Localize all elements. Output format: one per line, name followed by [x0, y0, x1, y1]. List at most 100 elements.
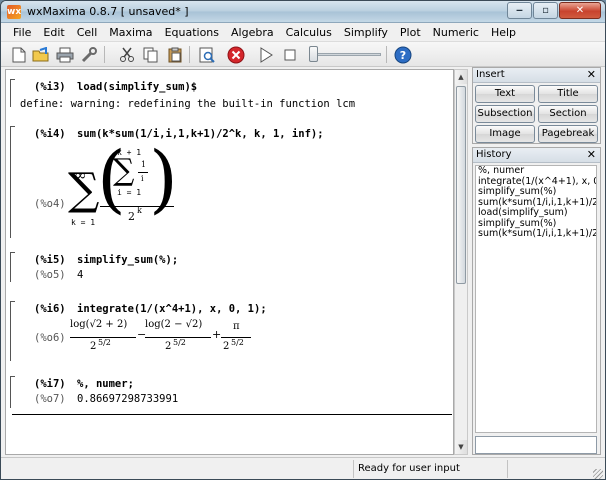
- cell-bracket[interactable]: [10, 252, 15, 282]
- close-window-button[interactable]: ✕: [559, 2, 601, 19]
- menu-bar: File Edit Cell Maxima Equations Algebra …: [1, 23, 605, 42]
- denominator-base: 2: [128, 210, 135, 223]
- history-list[interactable]: %, numer integrate(1/(x^4+1), x, 0, 1) s…: [475, 165, 597, 433]
- menu-algebra[interactable]: Algebra: [225, 23, 280, 41]
- outer-sigma-symbol: ∑: [68, 164, 100, 215]
- menu-help[interactable]: Help: [485, 23, 522, 41]
- scroll-up-arrow[interactable]: ▲: [455, 70, 467, 84]
- toolbar-separator: [189, 46, 190, 63]
- inner-sum-lower-bound: i = 1: [117, 188, 142, 197]
- worksheet-scrollbar[interactable]: ▲ ▼: [454, 69, 468, 455]
- open-file-icon[interactable]: [31, 45, 51, 64]
- menu-numeric[interactable]: Numeric: [427, 23, 485, 41]
- right-paren: ): [149, 136, 178, 222]
- insert-section-button[interactable]: Section: [538, 105, 598, 123]
- insert-pane-title: Insert: [476, 69, 505, 80]
- input-label: (%i7): [34, 378, 66, 390]
- preferences-icon[interactable]: [79, 45, 99, 64]
- status-bar: Ready for user input: [1, 457, 605, 479]
- cell-bracket[interactable]: [10, 376, 15, 408]
- term3-numerator: π: [233, 321, 240, 332]
- input-label: (%i4): [34, 128, 66, 140]
- menu-cell[interactable]: Cell: [71, 23, 104, 41]
- output-value: 4: [77, 269, 84, 281]
- resize-grip-icon[interactable]: [593, 469, 603, 479]
- history-pane-header: History ✕: [473, 148, 600, 163]
- interrupt-icon[interactable]: [226, 45, 246, 64]
- toolbar-separator: [104, 46, 105, 63]
- close-history-pane-icon[interactable]: ✕: [587, 148, 596, 161]
- new-file-icon[interactable]: [9, 45, 29, 64]
- menu-maxima[interactable]: Maxima: [103, 23, 158, 41]
- menu-plot[interactable]: Plot: [394, 23, 427, 41]
- status-separator: [353, 460, 354, 478]
- history-item[interactable]: load(simplify_sum): [476, 207, 596, 219]
- input-text[interactable]: load(simplify_sum)$: [77, 81, 197, 93]
- worksheet[interactable]: (%i3) load(simplify_sum)$ define: warnin…: [5, 69, 454, 455]
- paste-icon[interactable]: [165, 45, 185, 64]
- maximize-button[interactable]: ▫: [533, 2, 558, 19]
- term3-exponent: 5/2: [231, 338, 244, 347]
- animation-slider-thumb[interactable]: [309, 46, 318, 62]
- toolbar: ?: [1, 42, 605, 67]
- scroll-down-arrow[interactable]: ▼: [455, 440, 467, 454]
- insert-pagebreak-button[interactable]: Pagebreak: [538, 125, 598, 143]
- copy-icon[interactable]: [141, 45, 161, 64]
- status-text: Ready for user input: [358, 463, 460, 474]
- fraction-denominator: i: [141, 174, 144, 183]
- insertion-cursor-line[interactable]: [12, 414, 452, 415]
- term2-exponent: 5/2: [173, 338, 186, 347]
- minimize-button[interactable]: ‒: [507, 2, 532, 19]
- input-label: (%i6): [34, 303, 66, 315]
- warning-output: define: warning: redefining the built-in…: [20, 98, 356, 110]
- insert-title-button[interactable]: Title: [538, 85, 598, 103]
- output-value: 0.86697298733991: [77, 393, 179, 405]
- play-icon[interactable]: [256, 45, 276, 64]
- svg-text:?: ?: [400, 49, 406, 62]
- cell-bracket[interactable]: [10, 301, 15, 361]
- select-all-icon[interactable]: [197, 45, 217, 64]
- menu-edit[interactable]: Edit: [37, 23, 70, 41]
- denominator-exponent: k: [137, 206, 142, 215]
- menu-file[interactable]: File: [7, 23, 37, 41]
- window-controls: ‒ ▫ ✕: [507, 2, 601, 19]
- help-icon[interactable]: ?: [393, 45, 413, 64]
- inner-sigma-symbol: ∑: [113, 153, 135, 188]
- history-item[interactable]: simplify_sum(%): [476, 186, 596, 198]
- insert-subsection-button[interactable]: Subsection: [475, 105, 535, 123]
- output-label: (%o7): [34, 393, 66, 405]
- input-text[interactable]: %, numer;: [77, 378, 134, 390]
- status-separator: [507, 460, 508, 478]
- window-title: wxMaxima 0.8.7 [ unsaved* ]: [27, 5, 189, 18]
- cut-icon[interactable]: [117, 45, 137, 64]
- output-label: (%o6): [34, 332, 66, 344]
- close-insert-pane-icon[interactable]: ✕: [587, 68, 596, 81]
- term1-denominator: 2: [90, 341, 97, 352]
- title-bar[interactable]: wx wxMaxima 0.8.7 [ unsaved* ] ‒ ▫ ✕: [1, 1, 605, 23]
- history-item[interactable]: sum(k*sum(1/i,i,1,k+1)/2^k, k: [476, 228, 596, 240]
- term1-numerator: log(√2 + 2): [70, 319, 128, 330]
- history-filter-input[interactable]: [475, 436, 597, 454]
- term1-exponent: 5/2: [98, 338, 111, 347]
- toolbar-separator: [386, 46, 387, 63]
- scroll-thumb[interactable]: [456, 86, 466, 284]
- plus-sign: +: [212, 328, 222, 341]
- cell-bracket[interactable]: [10, 79, 15, 107]
- insert-image-button[interactable]: Image: [475, 125, 535, 143]
- factor-k: k: [166, 166, 171, 175]
- cell-bracket[interactable]: [10, 126, 15, 238]
- menu-calculus[interactable]: Calculus: [280, 23, 338, 41]
- input-text[interactable]: integrate(1/(x^4+1), x, 0, 1);: [77, 303, 267, 315]
- animation-slider-track[interactable]: [313, 53, 381, 56]
- output-label: (%o5): [34, 269, 66, 281]
- insert-text-button[interactable]: Text: [475, 85, 535, 103]
- history-pane: History ✕ %, numer integrate(1/(x^4+1), …: [472, 147, 601, 455]
- menu-simplify[interactable]: Simplify: [338, 23, 394, 41]
- history-item[interactable]: %, numer: [476, 166, 596, 177]
- term2-denominator: 2: [165, 341, 172, 352]
- print-icon[interactable]: [55, 45, 75, 64]
- menu-equations[interactable]: Equations: [159, 23, 225, 41]
- input-text[interactable]: simplify_sum(%);: [77, 254, 178, 266]
- stop-icon[interactable]: [280, 45, 300, 64]
- wxmaxima-logo-icon: wx: [7, 5, 22, 19]
